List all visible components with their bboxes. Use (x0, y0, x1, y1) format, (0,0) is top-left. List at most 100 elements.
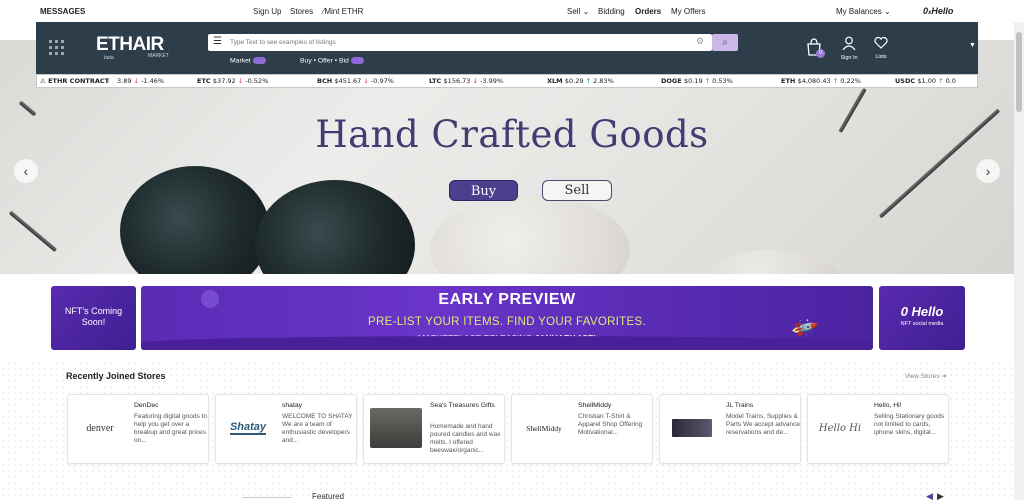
buy-offer-bid-link[interactable]: Buy • Offer • Bid (300, 57, 364, 64)
ticker-change: 0.22% (840, 77, 861, 85)
ticker-item: BCH $451.67 ↓ -0.97% (317, 77, 394, 85)
prev-arrow-icon[interactable]: ◀ (926, 491, 933, 500)
search-input[interactable] (230, 36, 690, 49)
hero-buy-button[interactable]: Buy (449, 180, 518, 201)
ticker-item: USDC $1.00 ↑ 0.0 (895, 77, 956, 85)
early-preview-title: EARLY PREVIEW (438, 291, 576, 308)
market-link[interactable]: Market (230, 57, 266, 64)
hello-nft-banner[interactable]: 0 Hello NFT social media (879, 286, 965, 350)
ticker-price: $1.00 (917, 77, 939, 85)
ticker-symbol: DOGE (661, 77, 684, 85)
market-label: Market (230, 57, 251, 65)
ticker-item: ETH $4,080.43 ↑ 0.22% (781, 77, 861, 85)
heart-icon (874, 36, 888, 49)
ticker-symbol: ETC (197, 77, 213, 85)
settings-icon[interactable]: ⚙ (696, 36, 704, 47)
store-logo-text: ShellMiddy (526, 423, 562, 433)
hello-nft-title: 0 Hello (900, 304, 944, 319)
ticker-symbol: BCH (317, 77, 335, 85)
ticker-item: XLM $0.29 ↑ 2.83% (547, 77, 614, 85)
sign-in-label: Sign In (840, 55, 858, 61)
lists-button[interactable]: Lists (871, 36, 891, 60)
bidding-link[interactable]: Bidding (598, 7, 625, 16)
ticker-label: ⚠ ETHR CONTRACT (40, 77, 110, 85)
arrow-down-icon: ↓ (472, 77, 481, 85)
messages-link[interactable]: MESSAGES (40, 7, 85, 16)
ticker-chevron-icon: › (107, 77, 110, 85)
hero-title: Hand Crafted Goods (315, 113, 709, 156)
mint-link[interactable]: ⁄Mint ETHR (323, 7, 363, 16)
ticker-change: -0.52% (245, 77, 269, 85)
store-logo-text: Shatay (229, 421, 267, 435)
store-logo: denver (74, 403, 126, 453)
ticker-price: $451.67 (334, 77, 364, 85)
fabric-image (700, 250, 840, 274)
ticker-change: -1.46% (141, 77, 165, 85)
store-card[interactable]: JL Trains Model Trains, Supplies & Parts… (659, 394, 801, 464)
chevron-down-icon: ⌄ (580, 7, 590, 16)
carousel-next-arrow[interactable]: › (976, 159, 1000, 183)
store-card[interactable]: denver DenDec Featuring digital goods to… (67, 394, 209, 464)
main-nav: ETHAIR MARKET beta ☰ ⚙ ⌕ Market Buy • Of… (36, 22, 978, 74)
ticker-symbol: XLM (547, 77, 565, 85)
ticker-item: DOGE $0.19 ↑ 0.53% (661, 77, 733, 85)
yarn-ball-image (255, 180, 415, 274)
caret-down-icon[interactable]: ▼ (969, 42, 976, 49)
store-description: WELCOME TO SHATAY We are a team of enthu… (282, 413, 353, 444)
arrow-up-icon: ↑ (938, 77, 946, 85)
user-label: Hello (931, 6, 954, 16)
early-preview-subtitle: PRE-LIST YOUR ITEMS. FIND YOUR FAVORITES… (368, 316, 646, 328)
store-logo-text: Hello Hi (818, 422, 862, 434)
user-icon (842, 36, 856, 51)
signup-link[interactable]: Sign Up (253, 7, 281, 16)
store-description: Christian T-Shirt & Apparel Shop Offerin… (578, 413, 643, 436)
ticker-price: $0.19 (683, 77, 705, 85)
store-card[interactable]: ShellMiddy ShellMiddy Christian T-Shirt … (511, 394, 653, 464)
store-logo (370, 403, 422, 453)
mint-label: Mint ETHR (324, 7, 364, 16)
store-card[interactable]: Shatay shatay WELCOME TO SHATAY We are a… (215, 394, 357, 464)
sign-in-button[interactable]: Sign In (838, 36, 860, 61)
ticker-price: $37.92 (212, 77, 238, 85)
store-card[interactable]: Hello Hi Hello, Hi! Selling Stationary g… (807, 394, 949, 464)
featured-divider (242, 497, 292, 498)
orders-link[interactable]: Orders (635, 7, 661, 16)
ticker-price: $156.73 (443, 77, 473, 85)
store-logo-text: denver (86, 422, 114, 434)
yarn-ball-light-image (430, 195, 630, 274)
hero-sell-button[interactable]: Sell (542, 180, 612, 201)
arrow-down-icon: ↓ (363, 77, 371, 85)
ticker-item: LTC $156.73 ↓ -3.99% (429, 77, 503, 85)
stores-link[interactable]: Stores (290, 7, 313, 16)
featured-arrows[interactable]: ◀ ▶ (924, 491, 948, 500)
ticker-change: 2.83% (593, 77, 614, 85)
hamburger-icon[interactable]: ☰ (213, 36, 222, 47)
search-bar: ☰ ⚙ (208, 34, 712, 51)
cart-button[interactable]: 0 (806, 37, 825, 58)
next-arrow-icon[interactable]: ▶ (937, 491, 944, 500)
ticker-price: $0.29 (564, 77, 586, 85)
page-scrollbar[interactable] (1014, 22, 1024, 500)
store-name: JL Trains (726, 402, 754, 409)
top-bar: MESSAGES Sign Up Stores ⁄Mint ETHR Sell … (0, 0, 1024, 22)
store-logo (666, 403, 718, 453)
store-card[interactable]: Sea's Treasures Gifts Homemade and hand … (363, 394, 505, 464)
user-menu[interactable]: 0xHello (923, 6, 953, 16)
nft-coming-soon-banner[interactable]: NFT's Coming Soon! (51, 286, 136, 350)
store-logo: ShellMiddy (518, 403, 570, 453)
search-button[interactable]: ⌕ (712, 34, 738, 51)
view-stores-link[interactable]: View Stores ➔ (905, 372, 947, 380)
my-offers-link[interactable]: My Offers (671, 7, 706, 16)
scrollbar-thumb[interactable] (1016, 32, 1022, 112)
sell-menu[interactable]: Sell ⌄ (567, 7, 589, 16)
buy-offer-bid-label: Buy • Offer • Bid (300, 57, 349, 65)
my-balances-menu[interactable]: My Balances ⌄ (836, 7, 891, 16)
buy-offer-bid-toggle-icon (350, 57, 364, 64)
ticker-price: 3.89 (117, 77, 134, 85)
store-name: DenDec (134, 402, 159, 409)
grid-menu-icon[interactable] (49, 40, 64, 55)
early-preview-banner[interactable]: EARLY PREVIEW PRE-LIST YOUR ITEMS. FIND … (141, 286, 873, 350)
ticker-change: 0.0 (945, 77, 956, 85)
ticker-symbol: LTC (429, 77, 444, 85)
carousel-prev-arrow[interactable]: ‹ (14, 159, 38, 183)
